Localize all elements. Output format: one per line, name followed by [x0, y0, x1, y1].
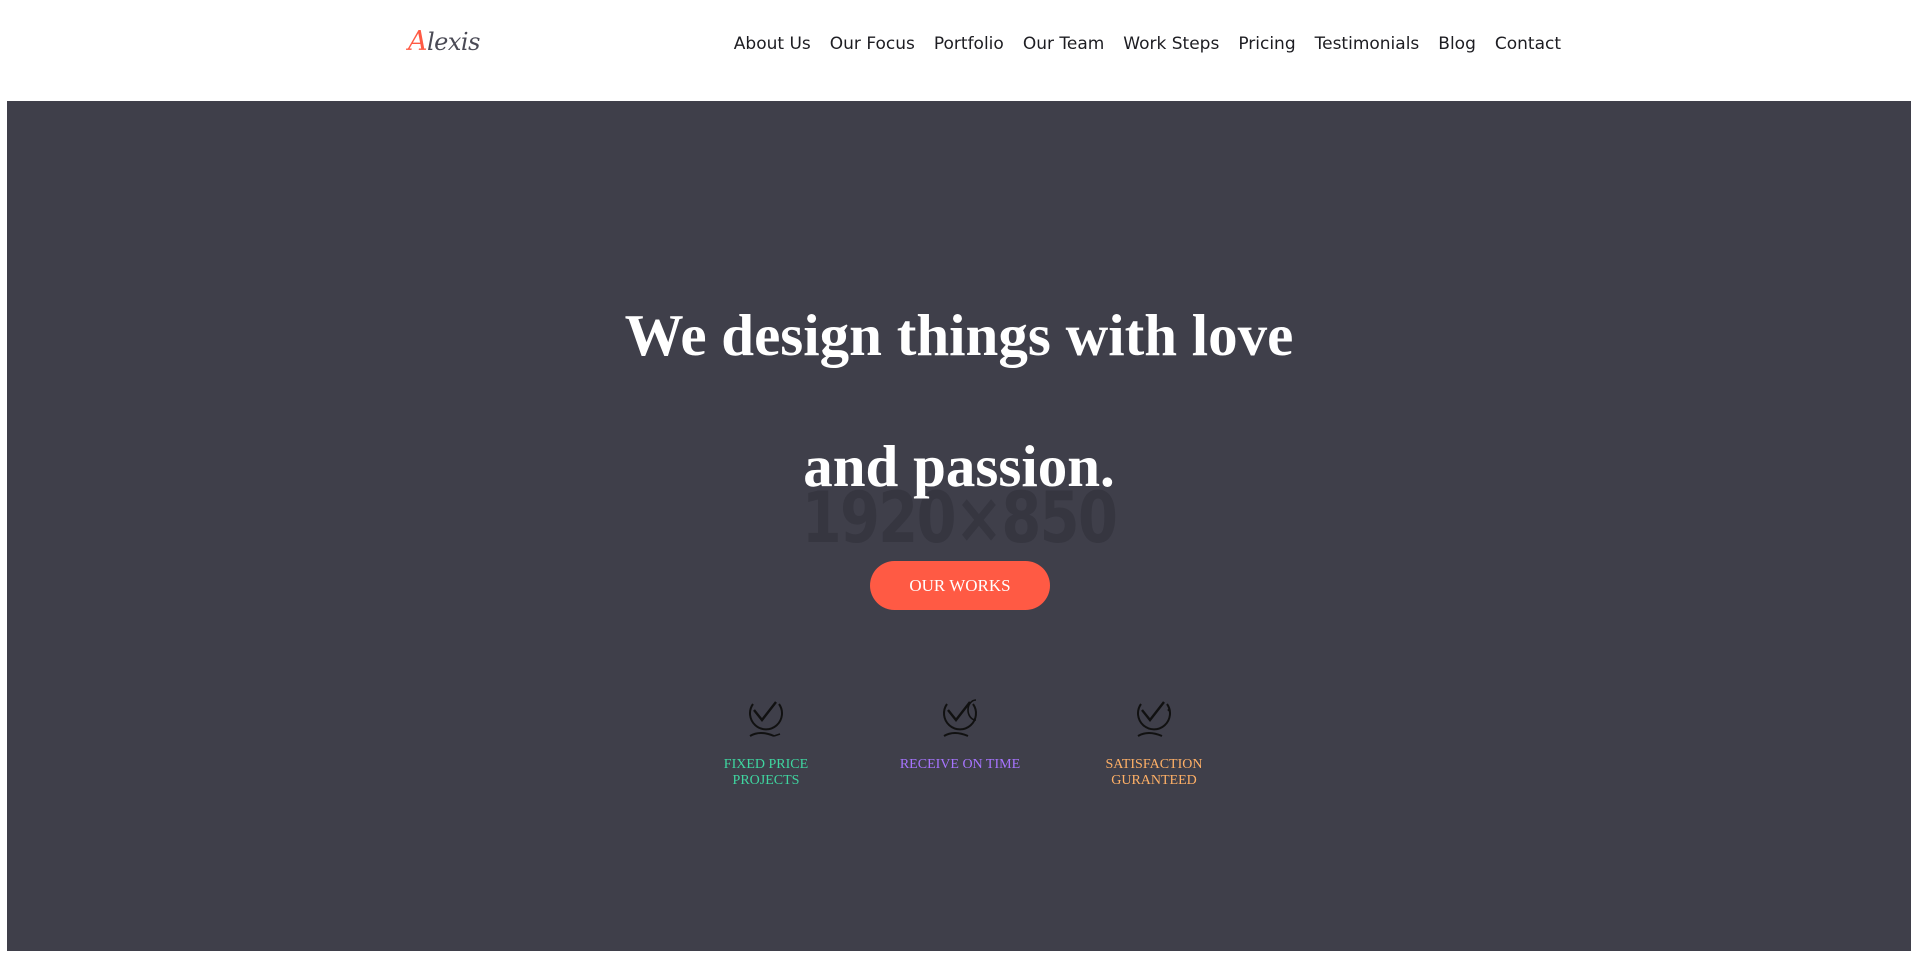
- logo[interactable]: Alexis: [408, 26, 480, 57]
- hero-section: 1920×850 We design things with love and …: [7, 101, 1911, 951]
- nav-item-contact[interactable]: Contact: [1495, 34, 1561, 54]
- our-works-button[interactable]: OUR WORKS: [870, 561, 1050, 610]
- logo-initial: A: [408, 26, 428, 57]
- main-nav: About Us Our Focus Portfolio Our Team Wo…: [715, 34, 1561, 54]
- nav-item-about-us[interactable]: About Us: [734, 34, 811, 54]
- nav-item-work-steps[interactable]: Work Steps: [1123, 34, 1219, 54]
- check-badge-icon: [749, 701, 783, 737]
- nav-item-testimonials[interactable]: Testimonials: [1315, 34, 1420, 54]
- hero-headline-line-1: We design things with love: [624, 302, 1294, 368]
- nav-item-pricing[interactable]: Pricing: [1238, 34, 1295, 54]
- nav-item-our-focus[interactable]: Our Focus: [830, 34, 915, 54]
- nav-item-blog[interactable]: Blog: [1438, 34, 1476, 54]
- feature-label-receive-on-time: RECEIVE ON TIME: [899, 757, 1021, 772]
- feature-receive-on-time: RECEIVE ON TIME: [880, 696, 1040, 773]
- feature-label-fixed-price: FIXED PRICE PROJECTS: [723, 757, 809, 788]
- site-header: Alexis About Us Our Focus Portfolio Our …: [0, 0, 1917, 100]
- hero-headline-line-2: and passion.: [803, 433, 1115, 499]
- feature-label-satisfaction: SATISFACTION GURANTEED: [1105, 757, 1203, 788]
- feature-satisfaction: SATISFACTION GURANTEED: [1074, 696, 1234, 789]
- feature-fixed-price: FIXED PRICE PROJECTS: [686, 696, 846, 789]
- check-badge-icon: [943, 699, 977, 737]
- check-badge-icon: [1137, 701, 1171, 737]
- nav-item-our-team[interactable]: Our Team: [1023, 34, 1104, 54]
- logo-text: lexis: [427, 28, 480, 56]
- nav-item-portfolio[interactable]: Portfolio: [934, 34, 1004, 54]
